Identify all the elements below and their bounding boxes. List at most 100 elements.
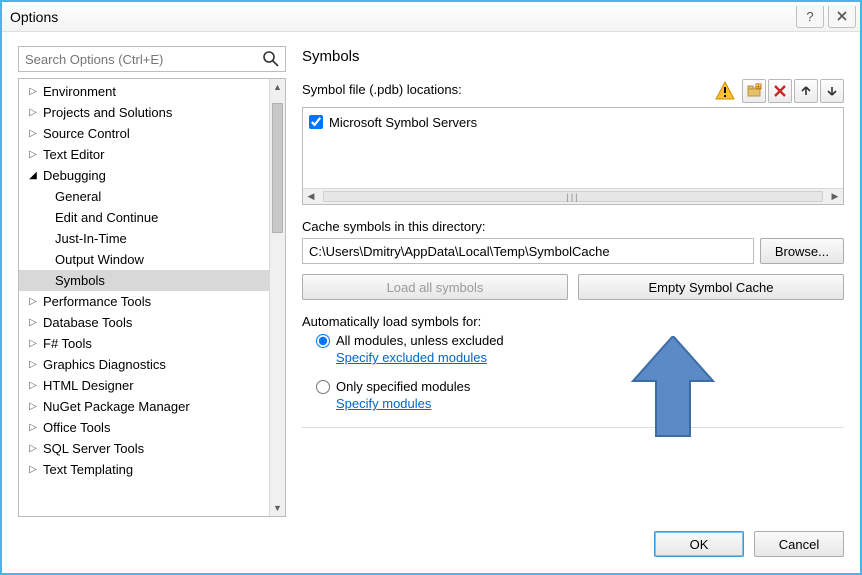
scroll-h-thumb[interactable]: ||| <box>323 191 823 202</box>
locations-list[interactable]: Microsoft Symbol Servers ◀ ||| ▶ <box>302 107 844 205</box>
chevron-right-icon[interactable]: ▷ <box>27 317 39 328</box>
footer-divider <box>302 427 844 428</box>
delete-button[interactable] <box>768 79 792 103</box>
chevron-right-icon[interactable]: ▷ <box>27 359 39 370</box>
locations-scrollbar-h[interactable]: ◀ ||| ▶ <box>303 188 843 204</box>
tree-item-general[interactable]: General <box>19 186 269 207</box>
tree-item-database-tools[interactable]: ▷Database Tools <box>19 312 269 333</box>
tree-item-label: Symbols <box>55 273 105 288</box>
chevron-right-icon[interactable]: ▷ <box>27 149 39 160</box>
warning-icon <box>714 80 736 102</box>
browse-button[interactable]: Browse... <box>760 238 844 264</box>
titlebar: Options ? <box>2 2 860 32</box>
tree-item-label: Projects and Solutions <box>43 105 172 120</box>
cancel-button[interactable]: Cancel <box>754 531 844 557</box>
chevron-right-icon[interactable]: ▷ <box>27 296 39 307</box>
chevron-right-icon[interactable]: ▷ <box>27 464 39 475</box>
tree-item-office-tools[interactable]: ▷ Office Tools <box>19 417 269 438</box>
tree-item-environment[interactable]: ▷ Environment <box>19 81 269 102</box>
tree-item-label: Edit and Continue <box>55 210 158 225</box>
location-checkbox[interactable] <box>309 115 323 129</box>
specify-modules-link[interactable]: Specify modules <box>336 396 431 411</box>
move-down-button[interactable] <box>820 79 844 103</box>
help-button[interactable]: ? <box>796 6 824 28</box>
cache-label: Cache symbols in this directory: <box>302 219 844 234</box>
specify-excluded-link[interactable]: Specify excluded modules <box>336 350 487 365</box>
chevron-right-icon[interactable]: ▷ <box>27 107 39 118</box>
tree-item-label: General <box>55 189 101 204</box>
search-wrap <box>18 46 286 72</box>
tree-item-sql-server-tools[interactable]: ▷ SQL Server Tools <box>19 438 269 459</box>
tree-item-label: Output Window <box>55 252 144 267</box>
window-title: Options <box>10 9 58 25</box>
ok-button[interactable]: OK <box>654 531 744 557</box>
tree-item-label: SQL Server Tools <box>43 441 144 456</box>
tree-item-debugging[interactable]: ◢Debugging <box>19 165 269 186</box>
chevron-right-icon[interactable]: ▷ <box>27 401 39 412</box>
locations-label: Symbol file (.pdb) locations: <box>302 82 462 97</box>
scroll-down-icon[interactable]: ▼ <box>270 500 285 516</box>
tree-item-nuget-package-manager[interactable]: ▷NuGet Package Manager <box>19 396 269 417</box>
chevron-right-icon[interactable]: ▷ <box>27 338 39 349</box>
scroll-left-icon[interactable]: ◀ <box>303 189 319 204</box>
scroll-up-icon[interactable]: ▲ <box>270 79 285 95</box>
tree-item-performance-tools[interactable]: ▷ Performance Tools <box>19 291 269 312</box>
main-panel: Symbols Symbol file (.pdb) locations: <box>302 46 844 517</box>
location-item[interactable]: Microsoft Symbol Servers <box>309 112 837 132</box>
tree-list[interactable]: ▷ Environment ▷ Projects and Solutions ▷ Sour… <box>19 79 269 516</box>
chevron-right-icon[interactable]: ▷ <box>27 443 39 454</box>
scroll-thumb[interactable] <box>272 103 283 233</box>
tree-item-source-control[interactable]: ▷ Source Control <box>19 123 269 144</box>
chevron-down-icon[interactable]: ◢ <box>27 170 39 181</box>
radio-only-specified[interactable] <box>316 380 330 394</box>
tree-item-graphics-diagnostics[interactable]: ▷ Graphics Diagnostics <box>19 354 269 375</box>
auto-load-label: Automatically load symbols for: <box>302 314 844 329</box>
delete-x-icon <box>773 84 787 98</box>
tree-item-label: Office Tools <box>43 420 110 435</box>
chevron-right-icon[interactable]: ▷ <box>27 380 39 391</box>
dialog-footer: OK Cancel <box>2 517 860 573</box>
tree-item-text-editor[interactable]: ▷Text Editor <box>19 144 269 165</box>
options-dialog: Options ? ▷ Environment ▷ Projects and Solu… <box>0 0 862 575</box>
scroll-track[interactable] <box>270 95 285 500</box>
tree-item-just-in-time[interactable]: Just-In-Time <box>19 228 269 249</box>
arrow-up-icon <box>800 85 812 97</box>
tree-item-label: Text Templating <box>43 462 133 477</box>
tree-item-label: Environment <box>43 84 116 99</box>
tree-item-html-designer[interactable]: ▷HTML Designer <box>19 375 269 396</box>
tree-item-label: Graphics Diagnostics <box>43 357 166 372</box>
cache-path-input[interactable] <box>302 238 754 264</box>
chevron-right-icon[interactable]: ▷ <box>27 128 39 139</box>
radio-only-label: Only specified modules <box>336 379 470 394</box>
empty-symbol-cache-button[interactable]: Empty Symbol Cache <box>578 274 844 300</box>
move-up-button[interactable] <box>794 79 818 103</box>
locations-toolbar <box>714 79 844 103</box>
options-tree: ▷ Environment ▷ Projects and Solutions ▷ Sour… <box>18 78 286 517</box>
dialog-body: ▷ Environment ▷ Projects and Solutions ▷ Sour… <box>2 32 860 517</box>
scroll-right-icon[interactable]: ▶ <box>827 189 843 204</box>
tree-item-projects-and-solutions[interactable]: ▷ Projects and Solutions <box>19 102 269 123</box>
load-all-symbols-button[interactable]: Load all symbols <box>302 274 568 300</box>
tree-item-symbols[interactable]: Symbols <box>19 270 269 291</box>
tree-item-edit-and-continue[interactable]: Edit and Continue <box>19 207 269 228</box>
tree-item-text-templating[interactable]: ▷ Text Templating <box>19 459 269 480</box>
search-input[interactable] <box>18 46 286 72</box>
tree-item-f-tools[interactable]: ▷ F# Tools <box>19 333 269 354</box>
chevron-right-icon[interactable]: ▷ <box>27 422 39 433</box>
tree-item-label: F# Tools <box>43 336 92 351</box>
folder-icon <box>746 83 762 99</box>
add-folder-button[interactable] <box>742 79 766 103</box>
tree-item-label: Just-In-Time <box>55 231 127 246</box>
scroll-h-track[interactable]: ||| <box>319 189 827 204</box>
titlebar-buttons: ? <box>796 6 860 28</box>
radio-all-modules[interactable] <box>316 334 330 348</box>
chevron-right-icon[interactable]: ▷ <box>27 86 39 97</box>
tree-item-label: Source Control <box>43 126 130 141</box>
page-title: Symbols <box>302 48 844 65</box>
tree-item-label: Performance Tools <box>43 294 151 309</box>
radio-all-label: All modules, unless excluded <box>336 333 504 348</box>
location-label: Microsoft Symbol Servers <box>329 115 477 130</box>
close-button[interactable] <box>828 6 856 28</box>
tree-scrollbar[interactable]: ▲ ▼ <box>269 79 285 516</box>
tree-item-output-window[interactable]: Output Window <box>19 249 269 270</box>
